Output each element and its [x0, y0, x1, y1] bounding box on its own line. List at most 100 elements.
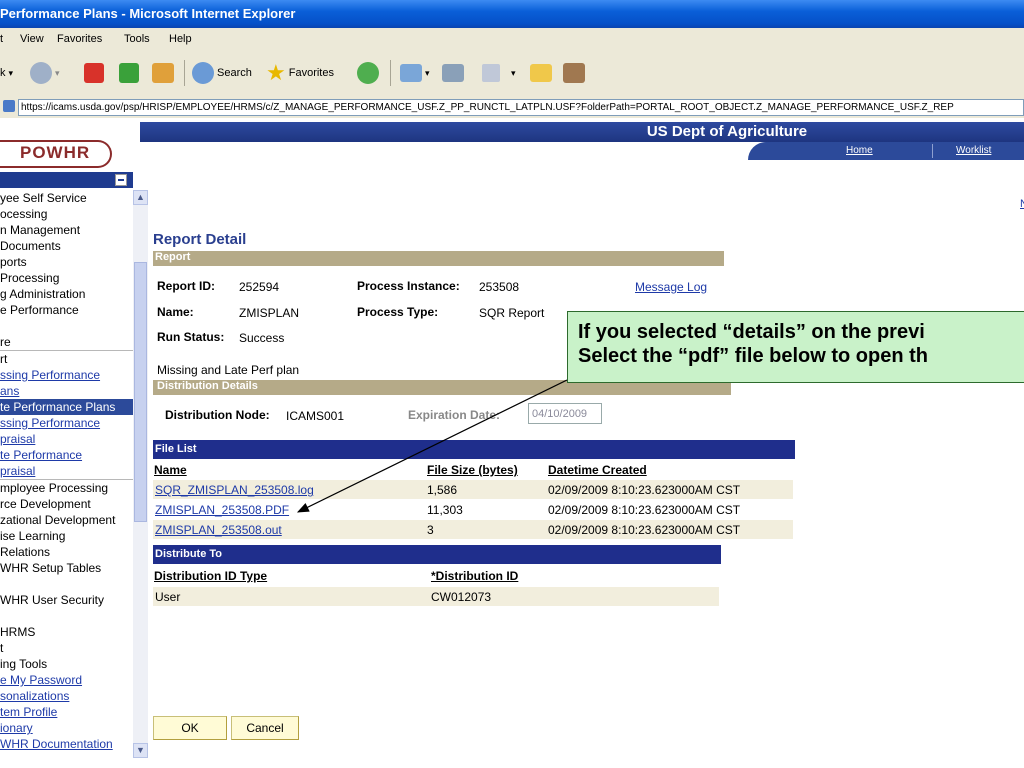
file-list-bar: File List: [153, 440, 795, 459]
refresh-button[interactable]: [119, 58, 142, 88]
sidebar-item[interactable]: ionary: [0, 720, 133, 736]
sidebar-item[interactable]: rce Development: [0, 496, 133, 512]
menu-favorites[interactable]: Favorites: [57, 33, 102, 45]
back-button[interactable]: k ▾: [0, 58, 13, 88]
message-log-link[interactable]: Message Log: [635, 280, 707, 294]
pdf-file-link[interactable]: ZMISPLAN_253508.PDF: [155, 503, 289, 517]
sidebar-item[interactable]: g Administration: [0, 286, 133, 302]
cancel-button[interactable]: Cancel: [231, 716, 299, 740]
scroll-thumb[interactable]: [134, 262, 147, 522]
menu-edit[interactable]: t: [0, 33, 3, 45]
distribution-id-header[interactable]: *Distribution ID: [431, 569, 518, 583]
table-row: User CW012073: [153, 587, 719, 606]
file-size: 11,303: [427, 503, 463, 517]
sidebar-item[interactable]: te Performance Plans: [0, 399, 133, 415]
menu-tools[interactable]: Tools: [124, 33, 150, 45]
process-type-label: Process Type:: [357, 305, 439, 319]
file-size-header[interactable]: File Size (bytes): [427, 463, 518, 477]
nav-divider: [932, 144, 933, 158]
callout-line-1: If you selected “details” on the previ: [578, 321, 925, 343]
sidebar-item[interactable]: ssing Performance: [0, 415, 133, 431]
search-button[interactable]: Search: [192, 58, 252, 88]
sidebar-item[interactable]: HRMS: [0, 624, 133, 640]
sidebar-item[interactable]: Processing: [0, 270, 133, 286]
sidebar-menu: yee Self Service ocessing n Management Doc…: [0, 172, 148, 758]
folder-button[interactable]: [530, 58, 555, 88]
distribution-id: CW012073: [431, 590, 492, 604]
page-title: Report Detail: [153, 231, 247, 248]
distribution-node-value: ICAMS001: [286, 409, 345, 423]
page-icon: [3, 100, 15, 112]
sidebar-item[interactable]: praisal: [0, 431, 133, 447]
sidebar-item[interactable]: ssing Performance: [0, 367, 133, 383]
sidebar-item[interactable]: t: [0, 640, 133, 656]
file-link[interactable]: SQR_ZMISPLAN_253508.log: [155, 483, 314, 497]
search-icon: [192, 62, 214, 84]
app-banner: US Dept of Agriculture POWHR Home Workli…: [0, 118, 1024, 168]
sidebar-item[interactable]: sonalizations: [0, 688, 133, 704]
mail-button[interactable]: ▾: [400, 58, 430, 88]
sidebar-item[interactable]: Relations: [0, 544, 133, 560]
sidebar-item[interactable]: WHR Documentation: [0, 736, 133, 752]
org-name: US Dept of Agriculture: [646, 123, 808, 140]
table-row: ZMISPLAN_253508.PDF 11,303 02/09/2009 8:…: [153, 500, 793, 519]
distribution-id-type: User: [155, 590, 181, 604]
sidebar-item[interactable]: e Performance: [0, 302, 133, 318]
home-link[interactable]: Home: [846, 145, 873, 156]
edit-button[interactable]: ▾: [482, 58, 516, 88]
sidebar-scrollbar[interactable]: ▲ ▼: [133, 190, 148, 758]
datetime-header[interactable]: Datetime Created: [548, 463, 647, 477]
scroll-down-icon[interactable]: ▼: [133, 743, 148, 758]
favorites-label: Favorites: [288, 67, 334, 79]
menu-view[interactable]: View: [20, 33, 44, 45]
logo-text: POWHR: [20, 143, 91, 162]
sidebar-item[interactable]: e My Password: [0, 672, 133, 688]
sidebar-item[interactable]: ports: [0, 254, 133, 270]
sidebar-item[interactable]: WHR Setup Tables: [0, 560, 133, 576]
report-id-label: Report ID:: [157, 279, 215, 293]
sidebar-item[interactable]: tem Profile: [0, 704, 133, 720]
sidebar-item[interactable]: ocessing: [0, 206, 133, 222]
sidebar-item[interactable]: mployee Processing: [0, 479, 133, 496]
sidebar-item[interactable]: re: [0, 334, 133, 350]
sidebar-item[interactable]: n Management: [0, 222, 133, 238]
address-input[interactable]: https://icams.usda.gov/psp/HRISP/EMPLOYE…: [18, 99, 1024, 116]
print-button[interactable]: [442, 58, 467, 88]
chevron-down-icon: ▾: [425, 67, 430, 78]
address-bar: https://icams.usda.gov/psp/HRISP/EMPLOYE…: [0, 96, 1024, 119]
forward-button[interactable]: ▾: [30, 58, 60, 88]
menu-bar: t View Favorites Tools Help: [0, 28, 1024, 51]
stop-button[interactable]: [84, 58, 107, 88]
distribution-id-type-header[interactable]: Distribution ID Type: [154, 569, 267, 583]
sidebar-item[interactable]: te Performance: [0, 447, 133, 463]
sidebar-item[interactable]: ans: [0, 383, 133, 399]
sidebar-item[interactable]: Documents: [0, 238, 133, 254]
worklist-link[interactable]: Worklist: [956, 145, 991, 156]
collapse-icon[interactable]: [115, 174, 127, 186]
menu-help[interactable]: Help: [169, 33, 192, 45]
file-name-header[interactable]: Name: [154, 463, 187, 477]
ok-button[interactable]: OK: [153, 716, 227, 740]
sidebar-item[interactable]: yee Self Service: [0, 190, 133, 206]
distribution-node-label: Distribution Node:: [165, 408, 270, 422]
sidebar-item[interactable]: ise Learning: [0, 528, 133, 544]
sidebar-item[interactable]: ing Tools: [0, 656, 133, 672]
sidebar-item[interactable]: WHR User Security: [0, 592, 133, 608]
sidebar-item[interactable]: praisal: [0, 463, 133, 479]
table-row: SQR_ZMISPLAN_253508.log 1,586 02/09/2009…: [153, 480, 793, 499]
file-link[interactable]: ZMISPLAN_253508.out: [155, 523, 282, 537]
run-status-value: Success: [239, 331, 285, 345]
research-button[interactable]: [563, 58, 588, 88]
instruction-callout: If you selected “details” on the previ S…: [567, 311, 1024, 383]
scroll-up-icon[interactable]: ▲: [133, 190, 148, 205]
home-button[interactable]: [152, 58, 177, 88]
sidebar-item[interactable]: rt: [0, 350, 133, 367]
favorites-button[interactable]: ★ Favorites: [266, 58, 334, 88]
sidebar-item[interactable]: zational Development: [0, 512, 133, 528]
process-type-value: SQR Report: [479, 306, 545, 320]
sidebar-item: [0, 318, 133, 334]
history-button[interactable]: [357, 58, 382, 88]
partial-link[interactable]: N: [1020, 198, 1024, 210]
sidebar-header: [0, 172, 133, 188]
search-label: Search: [217, 67, 252, 79]
